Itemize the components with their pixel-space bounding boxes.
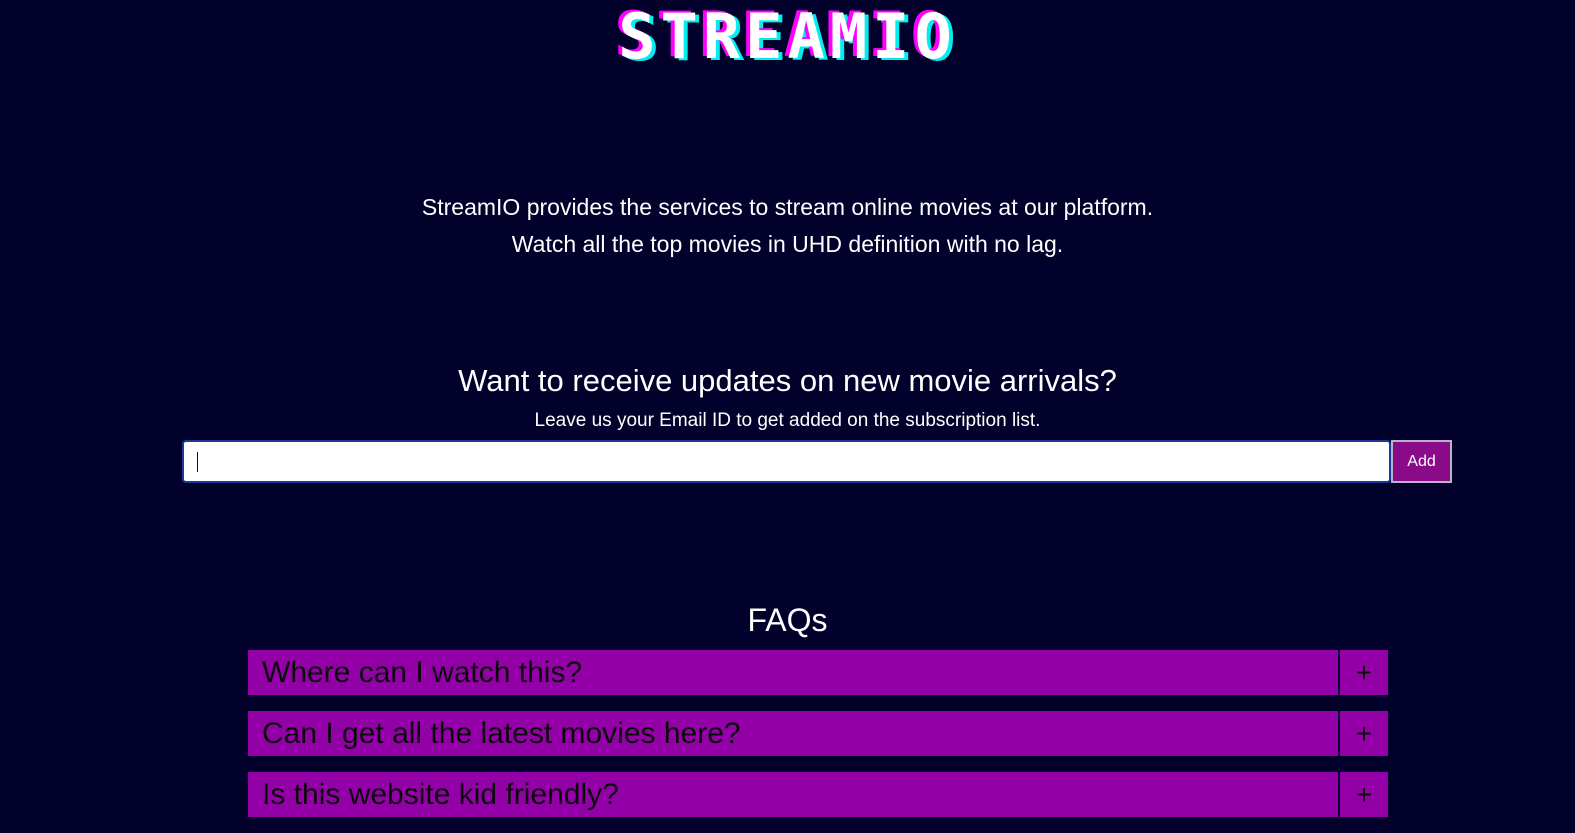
site-logo: STREAMIO [618, 0, 957, 73]
text-cursor [197, 452, 198, 472]
faq-list: Where can I watch this? + Can I get all … [248, 650, 1388, 833]
plus-icon[interactable]: + [1338, 772, 1388, 817]
add-button[interactable]: Add [1391, 440, 1452, 483]
intro-line-2: Watch all the top movies in UHD definiti… [511, 231, 1064, 257]
faq-question: Where can I watch this? [262, 656, 583, 689]
faq-question: Is this website kid friendly? [262, 778, 619, 811]
email-input[interactable] [182, 440, 1391, 483]
faq-title: FAQs [747, 602, 828, 638]
plus-icon[interactable]: + [1338, 650, 1388, 695]
intro-line-1: StreamIO provides the services to stream… [421, 194, 1154, 220]
faq-item[interactable]: Is this website kid friendly? + [248, 772, 1388, 817]
faq-item[interactable]: Where can I watch this? + [248, 650, 1388, 695]
intro-section: StreamIO provides the services to stream… [0, 189, 1575, 263]
subscribe-form: Add [182, 440, 1452, 483]
faq-item[interactable]: Can I get all the latest movies here? + [248, 711, 1388, 756]
plus-icon[interactable]: + [1338, 711, 1388, 756]
faq-question: Can I get all the latest movies here? [262, 717, 741, 750]
subscribe-title: Want to receive updates on new movie arr… [458, 363, 1117, 398]
subscribe-description: Leave us your Email ID to get added on t… [534, 410, 1041, 431]
